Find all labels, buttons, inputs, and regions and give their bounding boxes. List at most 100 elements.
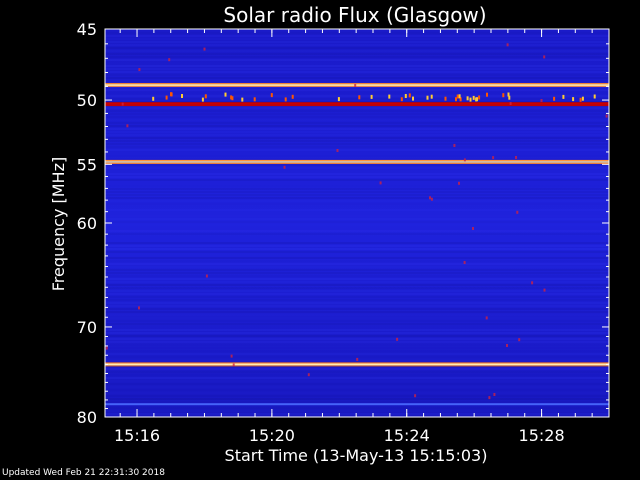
texture-row <box>105 299 609 301</box>
texture-row <box>105 218 609 220</box>
texture-row <box>105 245 609 247</box>
texture-row <box>105 266 609 268</box>
burst-mark <box>241 97 244 102</box>
burst-mark <box>388 94 391 99</box>
texture-row <box>105 194 609 196</box>
texture-row <box>105 293 609 295</box>
burst-mark <box>370 94 373 99</box>
burst-mark <box>458 181 460 185</box>
burst-mark <box>478 95 481 100</box>
texture-row <box>105 278 609 280</box>
texture-row <box>105 95 609 97</box>
y-tick-label: 50 <box>77 91 97 110</box>
burst-mark <box>472 227 474 230</box>
texture-row <box>105 305 609 307</box>
burst-mark <box>400 97 403 102</box>
burst-mark <box>562 94 565 99</box>
texture-row <box>105 335 609 337</box>
burst-mark <box>201 97 204 102</box>
texture-row <box>105 275 609 277</box>
burst-mark <box>404 94 407 98</box>
texture-row <box>105 242 609 244</box>
texture-row <box>105 239 609 241</box>
burst-mark <box>463 261 466 264</box>
texture-row <box>105 368 609 370</box>
burst-mark <box>506 43 509 47</box>
texture-row <box>105 101 609 103</box>
burst-mark <box>291 94 294 99</box>
texture-row <box>105 128 609 130</box>
texture-row <box>105 83 609 85</box>
texture-row <box>105 308 609 310</box>
burst-mark <box>379 181 382 185</box>
burst-mark <box>203 47 206 51</box>
texture-row <box>105 47 609 49</box>
texture-row <box>105 329 609 331</box>
texture-row <box>105 140 609 142</box>
texture-row <box>105 374 609 376</box>
texture-row <box>105 221 609 223</box>
chart-title: Solar radio Flux (Glasgow) <box>223 3 486 27</box>
burst-mark <box>543 288 546 292</box>
texture-row <box>105 248 609 250</box>
texture-row <box>105 362 609 364</box>
burst-mark <box>469 97 472 102</box>
burst-mark <box>515 156 517 159</box>
texture-row <box>105 68 609 70</box>
texture-row <box>105 320 609 322</box>
burst-mark <box>232 363 235 367</box>
texture-row <box>105 116 609 118</box>
burst-mark <box>579 97 582 102</box>
texture-row <box>105 86 609 88</box>
texture-row <box>105 56 609 58</box>
texture-row <box>105 347 609 349</box>
texture-row <box>105 53 609 55</box>
burst-mark <box>463 158 466 162</box>
texture-row <box>105 407 609 409</box>
texture-row <box>105 227 609 229</box>
texture-row <box>105 158 609 160</box>
burst-mark <box>181 94 183 98</box>
texture-row <box>105 215 609 217</box>
burst-mark <box>518 338 521 342</box>
burst-mark <box>455 97 457 102</box>
texture-row <box>105 62 609 64</box>
texture-row <box>105 326 609 328</box>
texture-row <box>105 302 609 304</box>
texture-row <box>105 365 609 367</box>
texture-row <box>105 167 609 169</box>
texture-row <box>105 71 609 73</box>
texture-row <box>105 74 609 76</box>
burst-mark <box>429 196 431 200</box>
texture-row <box>105 200 609 202</box>
y-tick-label: 70 <box>77 318 97 337</box>
burst-mark <box>270 93 273 98</box>
burst-mark <box>354 83 357 87</box>
burst-mark <box>430 94 433 99</box>
x-axis-label: Start Time (13-May-13 15:15:03) <box>225 446 488 465</box>
texture-row <box>105 137 609 139</box>
burst-mark <box>138 306 140 310</box>
texture-row <box>105 272 609 274</box>
texture-row <box>105 191 609 193</box>
texture-row <box>105 98 609 100</box>
burst-mark <box>593 94 596 99</box>
texture-row <box>105 284 609 286</box>
x-tick-label: 15:28 <box>519 426 565 445</box>
x-tick-label: 15:20 <box>249 426 295 445</box>
texture-row <box>105 173 609 175</box>
texture-row <box>105 197 609 199</box>
burst-mark <box>502 93 505 98</box>
burst-mark <box>572 97 575 102</box>
texture-row <box>105 356 609 358</box>
burst-mark <box>553 96 556 101</box>
texture-row <box>105 131 609 133</box>
burst-mark <box>105 346 108 350</box>
texture-row <box>105 113 609 115</box>
burst-mark <box>430 197 433 201</box>
burst-mark <box>224 92 227 97</box>
burst-mark <box>152 96 155 101</box>
texture-row <box>105 281 609 283</box>
burst-mark <box>358 95 361 100</box>
burst-mark <box>516 210 519 214</box>
